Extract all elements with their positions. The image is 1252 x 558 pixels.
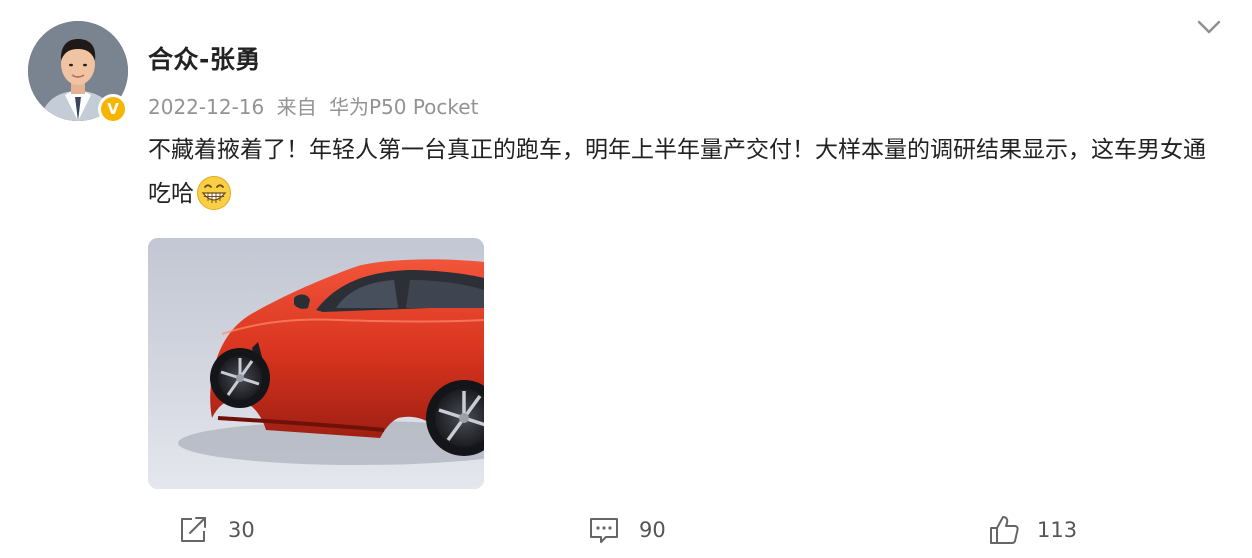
source-device: 华为P50 Pocket [328,95,479,119]
post-image[interactable] [148,238,484,489]
comment-button[interactable]: 90 [587,512,666,548]
comment-count: 90 [639,518,666,542]
username[interactable]: 合众-张勇 [148,40,261,76]
source-prefix: 来自 [276,95,317,119]
weibo-post-card: V 合众-张勇 2022-12-16 来自 华为P50 Pocket 不藏着掖着… [0,0,1252,558]
post-meta: 2022-12-16 来自 华为P50 Pocket [148,91,484,120]
share-icon [181,517,206,542]
share-count: 30 [228,518,255,542]
chevron-down-icon[interactable] [1196,17,1222,37]
post-text: 不藏着掖着了！年轻人第一台真正的跑车，明年上半年量产交付！大样本量的调研结果显示… [148,137,1206,207]
post-date[interactable]: 2022-12-16 [148,95,264,119]
like-button[interactable]: 113 [987,512,1077,548]
verified-badge: V [98,94,128,124]
sports-car-photo [148,238,484,489]
share-button[interactable]: 30 [176,512,255,548]
grinning-face-emoji-icon [197,176,231,210]
post-content: 不藏着掖着了！年轻人第一台真正的跑车，明年上半年量产交付！大样本量的调研结果显示… [148,128,1228,216]
thumbs-up-icon [990,516,1019,544]
like-count: 113 [1037,518,1078,542]
comment-icon [590,518,618,543]
